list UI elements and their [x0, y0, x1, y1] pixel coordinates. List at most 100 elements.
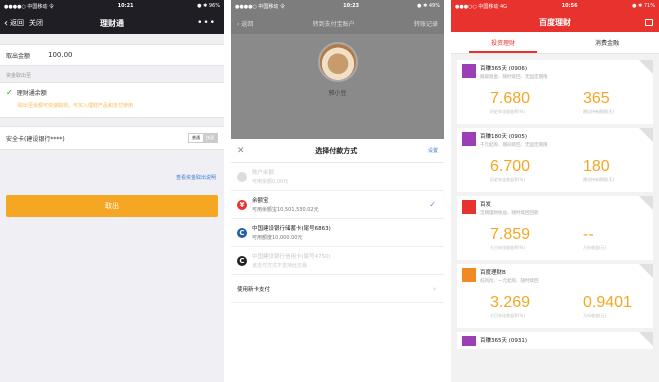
product-tags: 随取赎金、随时赎回、无固定期限 — [480, 75, 548, 80]
speed-toggle[interactable]: 普通 快速 — [188, 133, 218, 143]
card-label: 安全卡(建设银行****) — [6, 135, 65, 143]
tab-investment[interactable]: 投资理财 — [451, 32, 555, 53]
product-name: 百发 — [480, 202, 492, 208]
close-icon[interactable]: ✕ — [237, 146, 245, 156]
phone-baidu-licai: ●●●○○ 中国移动 4G 10:56 ● ✱ 71% 百度理财 投资理财 消费… — [451, 0, 659, 382]
payment-method-ccb-debit[interactable]: C 中国建设银行储蓄卡(尾号6863) 可用额度10,000.00元 — [231, 219, 444, 247]
status-bar: ●●●○○ 中国移动 4G 10:56 ● ✱ 71% — [451, 0, 659, 12]
product-tags: 低风险、一元起购、随时赎回 — [480, 279, 539, 284]
method-title: 余额宝 — [252, 198, 269, 204]
ccb-icon: C — [237, 255, 247, 266]
method-subtitle: 该支付方式不支持此交易 — [252, 263, 308, 269]
product-logo-icon — [462, 268, 476, 282]
status-time: 10:56 — [561, 3, 578, 9]
product-name: 百度理财B — [480, 270, 506, 276]
nav-bar: ‹ 返回 转到支付宝账户 转账记录 — [231, 12, 444, 34]
product-card[interactable]: 百赚365天 (0906) 随取赎金、随时赎回、无固定期限 7.680 历史年化收… — [457, 60, 653, 124]
add-card-label: 使用新卡支付 — [237, 286, 271, 293]
corner-tag-icon — [639, 60, 653, 74]
amount-field[interactable]: 取出金额 100.00 — [0, 44, 224, 66]
rate-caption: 历史年化收益率(%) — [490, 177, 525, 182]
close-link[interactable]: 关闭 — [29, 18, 43, 28]
product-card[interactable]: 百发 活期理财收益、随时赎回回款 7.859 七日年化收益率(%) -- 万份收益(… — [457, 196, 653, 260]
message-icon[interactable] — [645, 18, 653, 26]
corner-tag-icon — [639, 332, 653, 346]
chevron-left-icon: ‹ — [4, 17, 8, 29]
product-term: -- — [583, 226, 594, 243]
option-description: 取出至余额可快速取现，可买入理财产品和支付使用 — [18, 103, 134, 109]
tab-consumer-finance[interactable]: 消费金融 — [555, 32, 659, 53]
battery-status: ● ✱ 71% — [632, 3, 655, 9]
sheet-title: 选择付款方式 — [315, 146, 358, 155]
product-name: 百赚180天 (0905) — [480, 134, 528, 140]
method-title: 中国建设银行储蓄卡(尾号6863) — [252, 226, 331, 232]
product-rate: 6.700 — [490, 158, 531, 175]
carrier-signal: ●●●●○ 中国移动 令 — [235, 3, 285, 10]
payment-method-sheet: ✕ 选择付款方式 设置 账户余额 可用余额0.00元 ¥ 余额宝 可用余额宝10… — [231, 139, 444, 382]
nav-bar: ‹ 返回 关闭 理财通 ••• — [0, 12, 224, 34]
rate-caption: 历史年化收益率(%) — [490, 109, 525, 114]
term-caption: 万份收益(元) — [583, 313, 607, 318]
payment-method-ccb-credit[interactable]: C 中国建设银行信用卡(尾号4750) 该支付方式不支持此交易 — [231, 247, 444, 275]
payment-method-yuebao[interactable]: ¥ 余额宝 可用余额宝10,501,530.02元 ✓ — [231, 191, 444, 219]
rate-caption: 七日年化收益率(%) — [490, 313, 525, 318]
page-title: 百度理财 — [539, 17, 571, 27]
withdraw-button[interactable]: 取出 — [6, 195, 218, 217]
product-card[interactable]: 百赚180天 (0905) 千元起购、期间赎回、无固定期限 6.700 历史年化收… — [457, 128, 653, 192]
status-time: 10:21 — [117, 3, 134, 9]
destination-option-card[interactable]: 安全卡(建设银行****) 普通 快速 — [0, 126, 224, 150]
phone-alipay-transfer: ●●●●○ 中国移动 令 10:23 ● ✱ 49% ‹ 返回 转到支付宝账户 … — [231, 0, 444, 382]
product-term: 0.9401 — [583, 294, 632, 311]
toggle-fast[interactable]: 快速 — [203, 134, 217, 142]
term-caption: 建议持有期限(天) — [583, 177, 615, 182]
back-label: 返回 — [241, 20, 254, 28]
amount-value[interactable]: 100.00 — [48, 51, 73, 59]
withdraw-info-link[interactable]: 查看资金取出说明 — [0, 150, 224, 181]
battery-status: ● ✱ 49% — [417, 3, 440, 9]
tab-bar: 投资理财 消费金融 — [451, 32, 659, 54]
recipient-area: 郭小豆 — [231, 34, 444, 139]
product-term: 365 — [583, 90, 610, 107]
product-tags: 千元起购、期间赎回、无固定期限 — [480, 143, 548, 148]
product-card[interactable]: 百赚365天 (0931) — [457, 332, 653, 349]
toggle-normal[interactable]: 普通 — [189, 134, 203, 142]
product-name: 百赚365天 (0931) — [480, 338, 528, 344]
yuebao-icon: ¥ — [237, 199, 247, 210]
page-title: 转到支付宝账户 — [312, 20, 355, 28]
status-bar: ●●●●○ 中国移动 令 10:23 ● ✱ 49% — [231, 0, 444, 12]
coin-icon — [237, 171, 247, 182]
back-button[interactable]: ‹ 返回 关闭 — [0, 18, 43, 29]
corner-tag-icon — [639, 264, 653, 278]
product-tags: 活期理财收益、随时赎回回款 — [480, 211, 539, 216]
more-menu-button[interactable]: ••• — [197, 18, 216, 28]
product-logo-icon — [462, 336, 476, 346]
back-button[interactable]: ‹ 返回 — [237, 19, 253, 28]
product-logo-icon — [462, 200, 476, 214]
corner-tag-icon — [639, 196, 653, 210]
add-new-card[interactable]: 使用新卡支付 › — [231, 275, 444, 303]
amount-label: 取出金额 — [6, 52, 31, 60]
chevron-right-icon: › — [433, 284, 436, 293]
product-name: 百赚365天 (0906) — [480, 66, 528, 72]
method-subtitle: 可用余额0.00元 — [252, 179, 289, 185]
checkmark-icon: ✓ — [6, 88, 13, 97]
product-logo-icon — [462, 132, 476, 146]
recipient-name: 郭小豆 — [328, 90, 347, 97]
transfer-history-link[interactable]: 转账记录 — [414, 19, 438, 28]
product-rate: 7.859 — [490, 226, 531, 243]
method-title: 账户余额 — [252, 170, 275, 176]
nav-bar: 百度理财 — [451, 12, 659, 32]
avatar — [317, 42, 358, 82]
product-logo-icon — [462, 64, 476, 78]
term-caption: 建议持有期限(天) — [583, 109, 615, 114]
ccb-icon: C — [237, 227, 247, 238]
product-card[interactable]: 百度理财B 低风险、一元起购、随时赎回 3.269 七日年化收益率(%) 0.94… — [457, 264, 653, 328]
back-label: 返回 — [10, 19, 24, 27]
battery-status: ● ✱ 96% — [197, 3, 220, 9]
carrier-signal: ●●●●○ 中国移动 令 — [4, 3, 54, 10]
method-subtitle: 可用额度10,000.00元 — [252, 235, 303, 241]
payment-method-balance[interactable]: 账户余额 可用余额0.00元 — [231, 163, 444, 191]
phone-licaitong: ●●●●○ 中国移动 令 10:21 ● ✱ 96% ‹ 返回 关闭 理财通 •… — [0, 0, 224, 382]
settings-link[interactable]: 设置 — [428, 147, 438, 154]
destination-option-balance[interactable]: ✓ 理财通余额 取出至余额可快速取现，可买入理财产品和支付使用 — [0, 82, 224, 118]
